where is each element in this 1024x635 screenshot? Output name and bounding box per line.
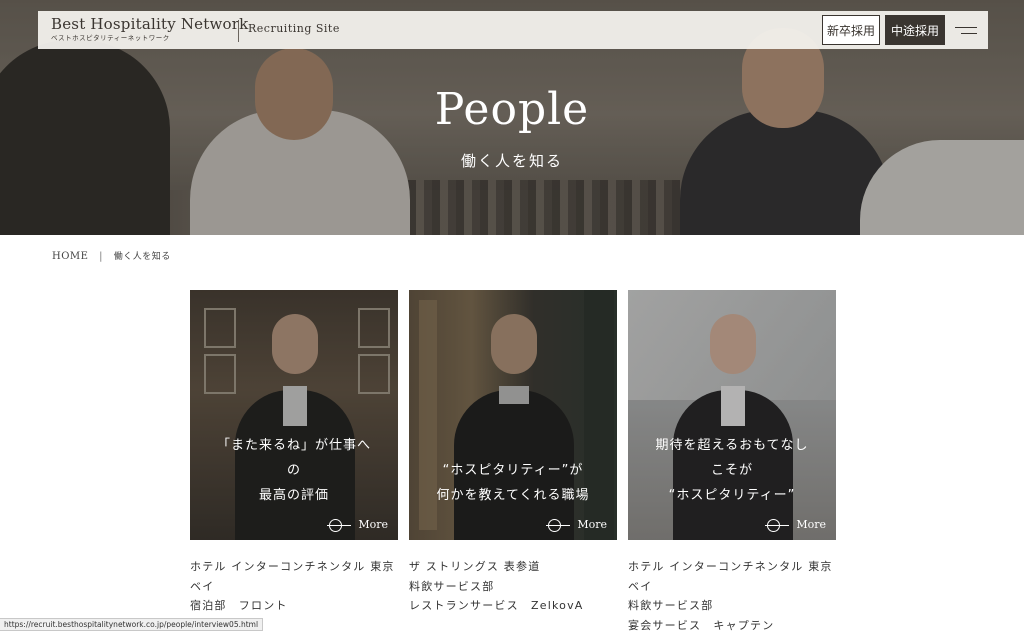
- more-link[interactable]: More: [765, 518, 826, 531]
- card-info-line: レストランサービス ZelkovA: [409, 596, 617, 616]
- menu-line: [961, 33, 977, 34]
- catch-line: “ホスピタリティー”: [628, 483, 836, 508]
- card-info: ホテル インターコンチネンタル 東京ベイ 宿泊部 フロント: [190, 557, 398, 616]
- site-logo[interactable]: Best Hospitality Network ベストホスピタリティーネットワ…: [51, 15, 248, 43]
- more-label: More: [796, 518, 826, 531]
- catch-line: 何かを教えてくれる職場: [409, 483, 617, 508]
- breadcrumb: HOME | 働く人を知る: [52, 249, 171, 262]
- catch-line: 最高の評価: [190, 483, 398, 508]
- catch-line: の: [190, 458, 398, 483]
- logo-main-text: Best Hospitality Network: [51, 15, 248, 33]
- card-info-line: 料飲サービス部: [628, 596, 836, 616]
- interview-card[interactable]: “ホスピタリティー”が 何かを教えてくれる職場 More ザ ストリングス 表参…: [409, 290, 617, 616]
- site-label: Recruiting Site: [248, 22, 340, 35]
- more-label: More: [358, 518, 388, 531]
- interview-card[interactable]: 期待を超えるおもてなし こそが “ホスピタリティー” More ホテル インター…: [628, 290, 836, 635]
- interview-card[interactable]: 「また来るね」が仕事へ の 最高の評価 More ホテル インターコンチネンタル…: [190, 290, 398, 616]
- arrow-circle-icon: [327, 519, 351, 531]
- card-info-line: ザ ストリングス 表参道: [409, 557, 617, 577]
- arrow-circle-icon: [765, 519, 789, 531]
- more-link[interactable]: More: [546, 518, 607, 531]
- hamburger-menu-icon[interactable]: [955, 23, 977, 37]
- more-link[interactable]: More: [327, 518, 388, 531]
- catch-line: “ホスピタリティー”が: [409, 458, 617, 483]
- card-info: ホテル インターコンチネンタル 東京ベイ 料飲サービス部 宴会サービス キャプテ…: [628, 557, 836, 635]
- catch-line: 「また来るね」が仕事へ: [190, 433, 398, 458]
- catch-line: 期待を超えるおもてなし: [628, 433, 836, 458]
- card-catchphrase: “ホスピタリティー”が 何かを教えてくれる職場: [409, 458, 617, 508]
- site-header: Best Hospitality Network ベストホスピタリティーネットワ…: [38, 11, 988, 49]
- mid-career-recruit-button[interactable]: 中途採用: [885, 15, 945, 45]
- card-info-line: ホテル インターコンチネンタル 東京ベイ: [190, 557, 398, 596]
- page-title: People: [0, 84, 1024, 135]
- more-label: More: [577, 518, 607, 531]
- breadcrumb-home-link[interactable]: HOME: [52, 251, 88, 262]
- header-divider: [238, 20, 239, 42]
- card-info-line: 宴会サービス キャプテン: [628, 616, 836, 635]
- status-bar-url: https://recruit.besthospitalitynetwork.c…: [0, 618, 263, 631]
- catch-line: こそが: [628, 458, 836, 483]
- card-info: ザ ストリングス 表参道 料飲サービス部 レストランサービス ZelkovA: [409, 557, 617, 616]
- new-graduate-recruit-button[interactable]: 新卒採用: [822, 15, 880, 45]
- arrow-circle-icon: [546, 519, 570, 531]
- menu-line: [955, 27, 977, 28]
- card-catchphrase: 「また来るね」が仕事へ の 最高の評価: [190, 433, 398, 508]
- page-subtitle: 働く人を知る: [0, 150, 1024, 171]
- logo-sub-text: ベストホスピタリティーネットワーク: [51, 33, 248, 43]
- card-info-line: 料飲サービス部: [409, 577, 617, 597]
- breadcrumb-separator: |: [99, 251, 103, 262]
- interview-card-image[interactable]: “ホスピタリティー”が 何かを教えてくれる職場 More: [409, 290, 617, 540]
- interview-card-image[interactable]: 「また来るね」が仕事へ の 最高の評価 More: [190, 290, 398, 540]
- interview-card-image[interactable]: 期待を超えるおもてなし こそが “ホスピタリティー” More: [628, 290, 836, 540]
- breadcrumb-current: 働く人を知る: [114, 252, 171, 262]
- card-info-line: ホテル インターコンチネンタル 東京ベイ: [628, 557, 836, 596]
- card-catchphrase: 期待を超えるおもてなし こそが “ホスピタリティー”: [628, 433, 836, 508]
- card-info-line: 宿泊部 フロント: [190, 596, 398, 616]
